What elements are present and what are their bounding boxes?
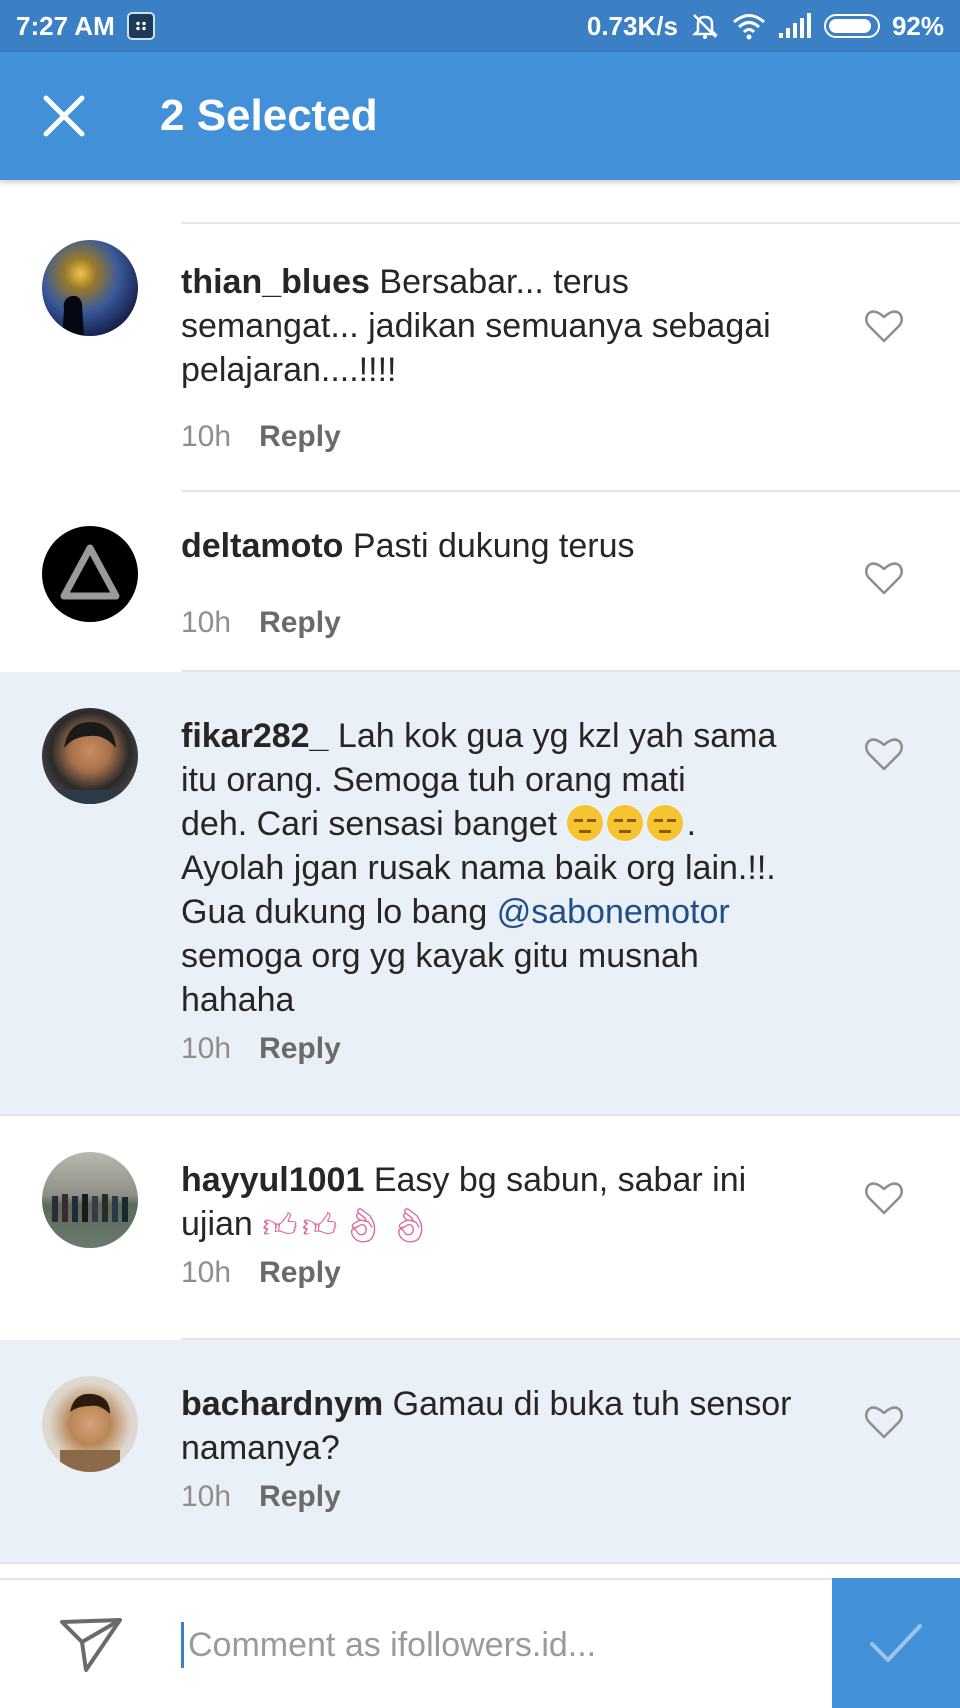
- heart-icon[interactable]: [864, 308, 904, 344]
- status-time: 7:27 AM: [16, 10, 115, 41]
- avatar[interactable]: [42, 708, 138, 804]
- comment-text: ujian: [181, 1205, 253, 1243]
- comment-item[interactable]: deltamoto Pasti dukung terus 10h Reply: [0, 492, 960, 672]
- heart-icon[interactable]: [864, 1180, 904, 1216]
- reply-button[interactable]: Reply: [259, 606, 341, 640]
- comment-item[interactable]: hayyul1001 Easy bg sabun, sabar ini ujia…: [0, 1116, 960, 1340]
- comment-text: Lah kok gua yg kzl yah sama: [337, 717, 777, 755]
- comment-item-selected[interactable]: fikar282_ Lah kok gua yg kzl yah sama it…: [0, 672, 960, 1116]
- comment-text: Gua dukung lo bang: [181, 893, 488, 931]
- comment-time: 10h: [181, 420, 232, 453]
- comment-username[interactable]: bachardnym: [181, 1385, 383, 1423]
- reply-button[interactable]: Reply: [259, 1032, 341, 1066]
- reply-button[interactable]: Reply: [259, 1256, 341, 1290]
- comment-time: 10h: [181, 1480, 232, 1513]
- comment-item[interactable]: thian_blues Bersabar... terus semangat..…: [0, 224, 960, 492]
- network-speed: 0.73K/s: [586, 10, 678, 41]
- text-cursor: [181, 1622, 184, 1668]
- ok-hand-emoji: 👌︎: [388, 1207, 432, 1245]
- comment-username[interactable]: thian_blues: [181, 263, 370, 301]
- comment-text: hahaha: [181, 981, 295, 1019]
- comment-text: pelajaran....!!!!: [181, 351, 397, 389]
- battery-level: [828, 19, 872, 33]
- comment-text: .: [686, 805, 697, 843]
- comment-meta: 10h Reply: [181, 1256, 341, 1290]
- close-icon: [43, 95, 85, 137]
- comment-meta: 10h Reply: [181, 606, 341, 640]
- checkmark-icon: [870, 1624, 922, 1662]
- thumbs-up-emoji: 👍︎: [301, 1207, 338, 1245]
- comment-input[interactable]: [186, 1614, 810, 1676]
- comment-body: thian_blues Bersabar... terus semangat..…: [181, 260, 841, 392]
- comment-text: Gamau di buka tuh sensor: [392, 1385, 792, 1423]
- comment-text: Ayolah jgan rusak nama baik org lain.!!.: [181, 849, 776, 887]
- comment-body: fikar282_ Lah kok gua yg kzl yah sama it…: [181, 714, 841, 1022]
- avatar[interactable]: [42, 1152, 138, 1248]
- close-button[interactable]: [38, 90, 90, 142]
- comment-text: Pasti dukung terus: [352, 527, 635, 565]
- comment-username[interactable]: fikar282_: [181, 717, 328, 755]
- expressionless-face-emoji: [606, 805, 643, 841]
- comment-username[interactable]: deltamoto: [181, 527, 343, 565]
- reply-button[interactable]: Reply: [259, 420, 341, 454]
- send-icon[interactable]: [58, 1614, 124, 1674]
- comment-meta: 10h Reply: [181, 420, 341, 454]
- comment-username[interactable]: hayyul1001: [181, 1161, 364, 1199]
- comment-body: hayyul1001 Easy bg sabun, sabar ini ujia…: [181, 1158, 841, 1248]
- post-comment-button[interactable]: [832, 1578, 960, 1708]
- comment-list[interactable]: thian_blues Bersabar... terus semangat..…: [0, 180, 960, 1578]
- heart-icon[interactable]: [864, 1404, 904, 1440]
- bbm-icon: [126, 12, 155, 40]
- comment-text: deh. Cari sensasi banget: [181, 805, 558, 843]
- comment-text: semoga org yg kayak gitu musnah: [181, 937, 699, 975]
- battery-icon: [823, 14, 880, 38]
- expressionless-face-emoji: [566, 805, 603, 841]
- comment-text: semangat... jadikan semuanya sebagai: [181, 307, 771, 345]
- mute-icon: [690, 11, 720, 41]
- avatar[interactable]: [42, 240, 138, 336]
- comment-time: 10h: [181, 606, 232, 639]
- comment-time: 10h: [181, 1256, 232, 1289]
- comment-composer: [0, 1578, 960, 1708]
- avatar[interactable]: [42, 1376, 138, 1472]
- heart-icon[interactable]: [864, 560, 904, 596]
- comment-item-selected[interactable]: bachardnym Gamau di buka tuh sensor nama…: [0, 1340, 960, 1564]
- comment-text: Easy bg sabun, sabar ini: [373, 1161, 747, 1199]
- heart-icon[interactable]: [864, 736, 904, 772]
- battery-percent: 92%: [891, 10, 944, 41]
- comment-text: namanya?: [181, 1429, 340, 1467]
- reply-button[interactable]: Reply: [259, 1480, 341, 1514]
- comment-time: 10h: [181, 1032, 232, 1065]
- comment-body: deltamoto Pasti dukung terus: [181, 524, 841, 568]
- comment-meta: 10h Reply: [181, 1032, 341, 1066]
- expressionless-face-emoji: [646, 805, 683, 841]
- ok-hand-emoji: 👌︎: [341, 1207, 385, 1245]
- selection-title: 2 Selected: [160, 91, 378, 140]
- mention-link[interactable]: @sabonemotor: [497, 893, 730, 931]
- action-bar: 2 Selected: [0, 52, 960, 180]
- signal-icon: [778, 13, 812, 39]
- comment-meta: 10h Reply: [181, 1480, 341, 1514]
- wifi-icon: [732, 12, 766, 40]
- avatar[interactable]: [42, 526, 138, 622]
- comment-text: itu orang. Semoga tuh orang mati: [181, 761, 686, 799]
- comment-body: bachardnym Gamau di buka tuh sensor nama…: [181, 1382, 841, 1470]
- status-bar: 7:27 AM 0.73K/s 92%: [0, 0, 960, 52]
- thumbs-up-emoji: 👍︎: [262, 1207, 298, 1245]
- comment-text: Bersabar... terus: [379, 263, 629, 301]
- divider: [0, 1562, 960, 1564]
